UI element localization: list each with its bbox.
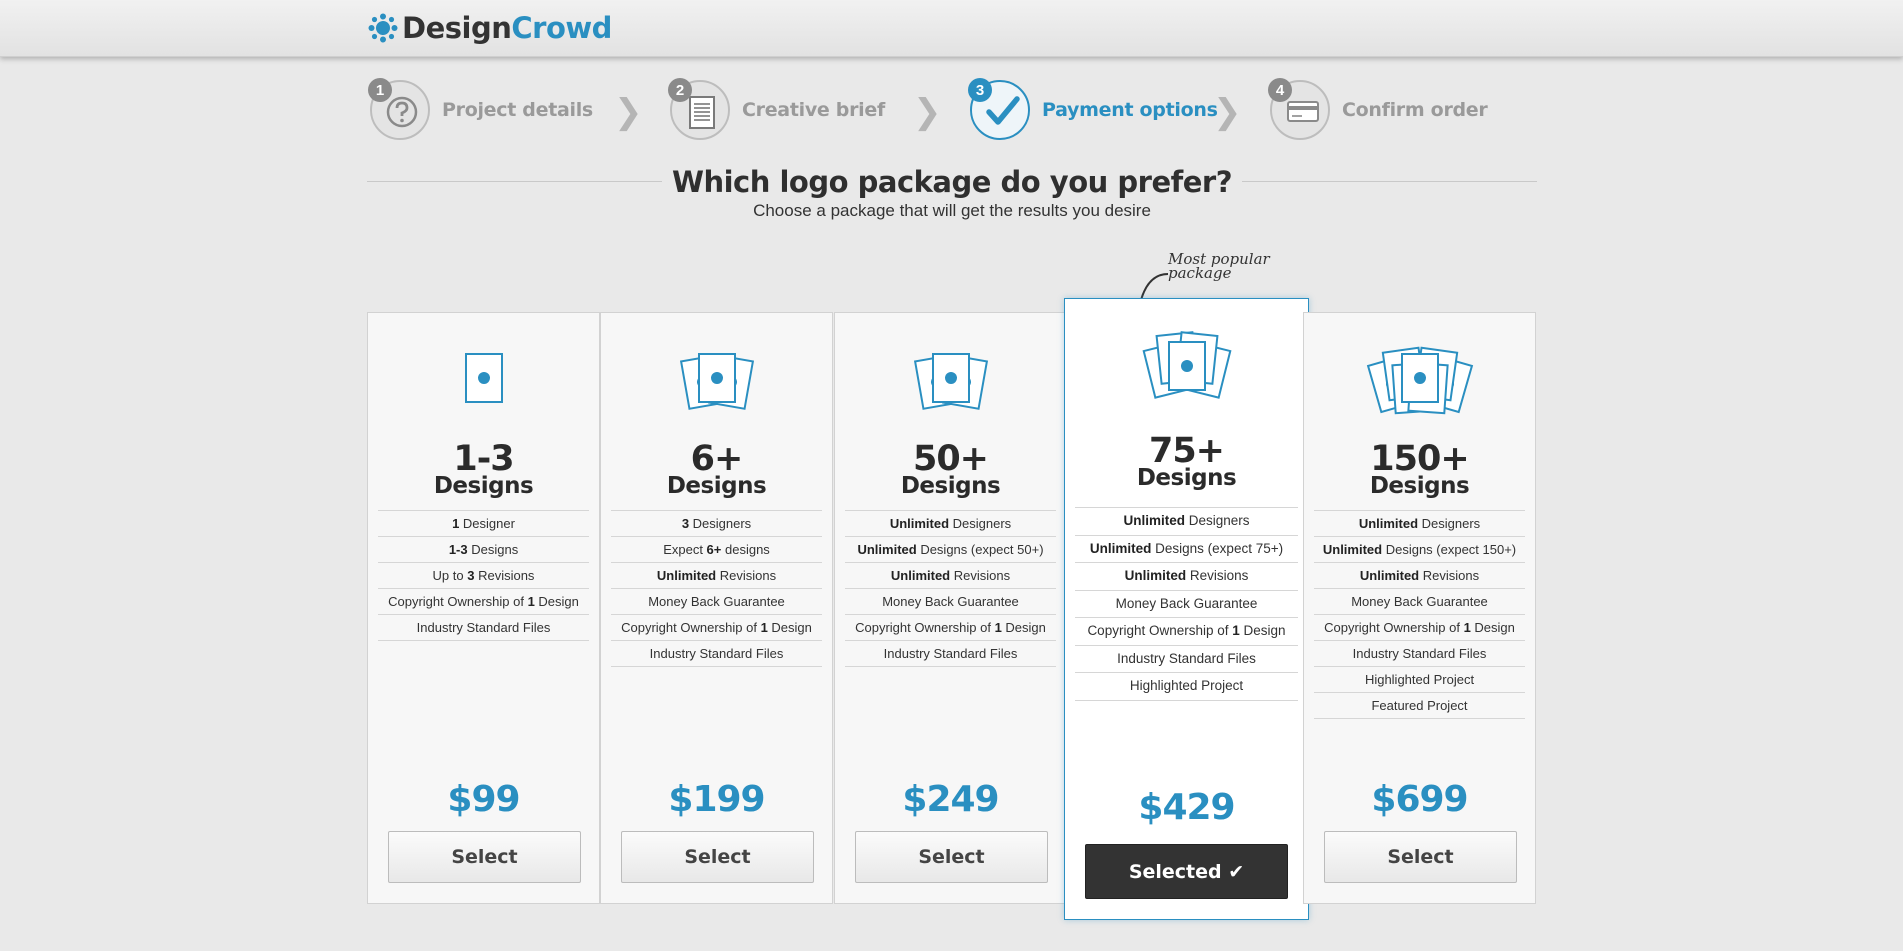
feature-item: Copyright Ownership of 1 Design bbox=[378, 589, 589, 615]
feature-item: 1-3 Designs bbox=[378, 537, 589, 563]
page-title: Which logo package do you prefer? bbox=[661, 165, 1243, 199]
logo-text: DesignCrowd bbox=[402, 11, 612, 45]
feature-item: Copyright Ownership of 1 Design bbox=[845, 615, 1056, 641]
select-button[interactable]: Select bbox=[621, 831, 814, 883]
feature-item: Copyright Ownership of 1 Design bbox=[611, 615, 822, 641]
most-popular-note: Most popular package bbox=[1168, 250, 1270, 282]
feature-list: Unlimited Designers Unlimited Designs (ex… bbox=[1075, 507, 1298, 701]
checkmark-icon bbox=[986, 96, 1020, 133]
feature-item: Industry Standard Files bbox=[378, 615, 589, 641]
step-project-details[interactable]: 1 Project details bbox=[368, 78, 593, 142]
selected-button[interactable]: Selected ✔ bbox=[1085, 844, 1288, 899]
package-card[interactable]: 50+ Designs Unlimited Designers Unlimited D… bbox=[834, 312, 1067, 904]
package-quantity: 75+ bbox=[1148, 431, 1225, 471]
package-quantity: 150+ bbox=[1370, 439, 1469, 479]
chevron-right-icon: ❯ bbox=[614, 92, 643, 132]
step-label: Project details bbox=[442, 99, 593, 121]
package-unit: Designs bbox=[1136, 465, 1237, 491]
package-card[interactable]: 6+ Designs 3 Designers Expect 6+ designs Unl… bbox=[600, 312, 833, 904]
feature-item: Featured Project bbox=[1314, 693, 1525, 719]
feature-item: Money Back Guarantee bbox=[611, 589, 822, 615]
feature-item: Money Back Guarantee bbox=[1075, 591, 1298, 618]
package-unit: Designs bbox=[1369, 473, 1470, 499]
feature-item: Highlighted Project bbox=[1075, 673, 1298, 701]
step-number: 3 bbox=[968, 78, 992, 102]
step-payment-options[interactable]: 3 Payment options bbox=[968, 78, 1218, 142]
feature-item: Copyright Ownership of 1 Design bbox=[1075, 618, 1298, 646]
package-price: $99 bbox=[447, 779, 520, 820]
design-cards-icon bbox=[1065, 319, 1308, 409]
feature-item: Unlimited Revisions bbox=[611, 563, 822, 589]
feature-item: Unlimited Revisions bbox=[1075, 563, 1298, 591]
document-icon bbox=[686, 96, 718, 135]
feature-item: 3 Designers bbox=[611, 511, 822, 537]
design-cards-icon bbox=[368, 333, 599, 423]
package-quantity: 1-3 bbox=[453, 439, 514, 479]
feature-list: Unlimited Designers Unlimited Designs (ex… bbox=[845, 510, 1056, 667]
page-subtitle: Choose a package that will get the resul… bbox=[753, 201, 1151, 220]
step-creative-brief[interactable]: 2 Creative brief bbox=[668, 78, 885, 142]
feature-item: Unlimited Designers bbox=[1075, 508, 1298, 536]
feature-item: Expect 6+ designs bbox=[611, 537, 822, 563]
credit-card-icon bbox=[1286, 96, 1320, 131]
package-unit: Designs bbox=[900, 473, 1001, 499]
feature-item: Unlimited Revisions bbox=[845, 563, 1056, 589]
top-bar: DesignCrowd bbox=[0, 0, 1903, 57]
feature-item: Industry Standard Files bbox=[611, 641, 822, 667]
question-icon bbox=[386, 96, 418, 133]
feature-item: Unlimited Revisions bbox=[1314, 563, 1525, 589]
feature-item: Unlimited Designs (expect 50+) bbox=[845, 537, 1056, 563]
package-price: $699 bbox=[1371, 779, 1468, 820]
package-price: $249 bbox=[902, 779, 999, 820]
feature-item: Unlimited Designs (expect 75+) bbox=[1075, 536, 1298, 563]
feature-list: 1 Designer 1-3 Designs Up to 3 Revisions Co… bbox=[378, 510, 589, 641]
design-crowd-logo-icon bbox=[368, 13, 398, 43]
feature-item: Highlighted Project bbox=[1314, 667, 1525, 693]
design-cards-icon bbox=[601, 333, 832, 423]
feature-item: Up to 3 Revisions bbox=[378, 563, 589, 589]
design-cards-icon bbox=[835, 333, 1066, 423]
logo[interactable]: DesignCrowd bbox=[368, 8, 612, 48]
feature-item: Money Back Guarantee bbox=[845, 589, 1056, 615]
chevron-right-icon: ❯ bbox=[1213, 92, 1242, 132]
package-unit: Designs bbox=[666, 473, 767, 499]
step-label: Creative brief bbox=[742, 99, 885, 121]
step-number: 2 bbox=[668, 78, 692, 102]
feature-item: Unlimited Designers bbox=[845, 511, 1056, 537]
feature-item: Unlimited Designs (expect 150+) bbox=[1314, 537, 1525, 563]
design-cards-icon bbox=[1304, 333, 1535, 423]
feature-item: Money Back Guarantee bbox=[1314, 589, 1525, 615]
feature-item: Industry Standard Files bbox=[845, 641, 1056, 667]
step-number: 4 bbox=[1268, 78, 1292, 102]
select-button[interactable]: Select bbox=[855, 831, 1048, 883]
step-confirm-order[interactable]: 4 Confirm order bbox=[1268, 78, 1488, 142]
feature-item: Industry Standard Files bbox=[1314, 641, 1525, 667]
feature-item: Industry Standard Files bbox=[1075, 646, 1298, 673]
package-price: $429 bbox=[1138, 787, 1235, 828]
feature-item: Copyright Ownership of 1 Design bbox=[1314, 615, 1525, 641]
feature-list: 3 Designers Expect 6+ designs Unlimited Re… bbox=[611, 510, 822, 667]
package-price: $199 bbox=[668, 779, 765, 820]
progress-steps: 1 Project details ❯ 2 Creative brief ❯ 3… bbox=[368, 78, 1540, 142]
feature-list: Unlimited Designers Unlimited Designs (ex… bbox=[1314, 510, 1525, 719]
feature-item: 1 Designer bbox=[378, 511, 589, 537]
package-card[interactable]: 75+ Designs Unlimited Designers Unlimited D… bbox=[1064, 298, 1309, 920]
select-button[interactable]: Select bbox=[1324, 831, 1517, 883]
step-label: Payment options bbox=[1042, 99, 1218, 121]
package-card[interactable]: 1-3 Designs 1 Designer 1-3 Designs Up to 3 R… bbox=[367, 312, 600, 904]
select-button[interactable]: Select bbox=[388, 831, 581, 883]
package-quantity: 50+ bbox=[912, 439, 989, 479]
step-label: Confirm order bbox=[1342, 99, 1488, 121]
step-number: 1 bbox=[368, 78, 392, 102]
feature-item: Unlimited Designers bbox=[1314, 511, 1525, 537]
page-heading: Which logo package do you prefer? bbox=[367, 165, 1537, 199]
package-unit: Designs bbox=[433, 473, 534, 499]
package-quantity: 6+ bbox=[690, 439, 744, 479]
package-card[interactable]: 150+ Designs Unlimited Designers Unlimited … bbox=[1303, 312, 1536, 904]
chevron-right-icon: ❯ bbox=[913, 92, 942, 132]
